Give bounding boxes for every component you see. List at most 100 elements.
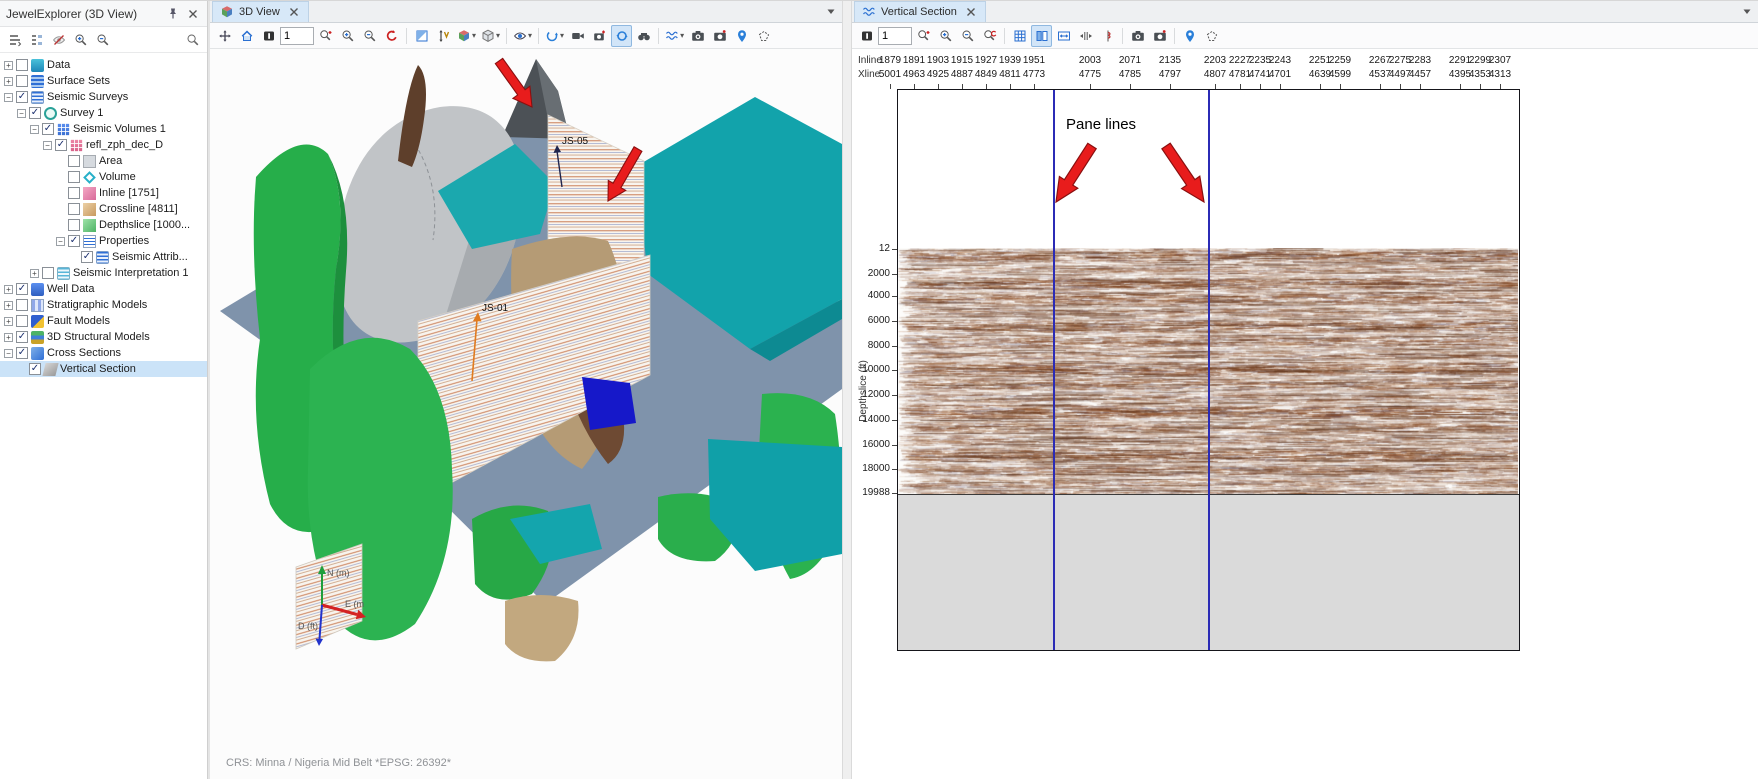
- tabs-dropdown-icon[interactable]: [824, 4, 838, 18]
- tree-item-crossline-4811[interactable]: Crossline [4811]: [0, 201, 207, 217]
- checkbox[interactable]: ✓: [16, 347, 28, 359]
- zoom-in-plus-icon[interactable]: [913, 25, 934, 47]
- expand-icon[interactable]: +: [4, 333, 13, 342]
- tree-item-area[interactable]: Area: [0, 153, 207, 169]
- hide-eye-icon[interactable]: [48, 29, 69, 51]
- tree-item-seismic-surveys[interactable]: −✓Seismic Surveys: [0, 89, 207, 105]
- zoom-in-plus-icon[interactable]: [315, 25, 336, 47]
- tree-item-seismic-volumes-1[interactable]: −✓Seismic Volumes 1: [0, 121, 207, 137]
- zoom-reset-icon[interactable]: [979, 25, 1000, 47]
- vertical-exaggeration-icon[interactable]: [433, 25, 454, 47]
- checkbox[interactable]: ✓: [42, 123, 54, 135]
- tree-item-stratigraphic-models[interactable]: +Stratigraphic Models: [0, 297, 207, 313]
- collapse-icon[interactable]: −: [30, 125, 39, 134]
- pane-line[interactable]: [1208, 90, 1210, 650]
- seismic-waves-icon[interactable]: ▾: [663, 25, 686, 47]
- tree-item-data[interactable]: +Data: [0, 57, 207, 73]
- step-input[interactable]: [878, 27, 912, 45]
- tree-item-surface-sets[interactable]: +Surface Sets: [0, 73, 207, 89]
- checkbox[interactable]: [16, 75, 28, 87]
- pan-icon[interactable]: [214, 25, 235, 47]
- snapshot-icon[interactable]: [1127, 25, 1148, 47]
- checkbox[interactable]: ✓: [16, 283, 28, 295]
- checkbox[interactable]: [16, 59, 28, 71]
- visibility-eye-icon[interactable]: ▾: [511, 25, 534, 47]
- zoom-in-icon[interactable]: [337, 25, 358, 47]
- collapse-icon[interactable]: −: [4, 93, 13, 102]
- home-icon[interactable]: [236, 25, 257, 47]
- orbit-icon[interactable]: ▾: [543, 25, 566, 47]
- one-to-one-icon[interactable]: [1075, 25, 1096, 47]
- video-camera-icon[interactable]: [567, 25, 588, 47]
- expand-icon[interactable]: +: [4, 317, 13, 326]
- checkbox[interactable]: ✓: [16, 91, 28, 103]
- 3d-viewport[interactable]: JS-05 JS-01 N (m: [210, 49, 842, 779]
- rotate-ccw-icon[interactable]: [381, 25, 402, 47]
- collapse-icon[interactable]: −: [56, 237, 65, 246]
- grid-icon[interactable]: [1009, 25, 1030, 47]
- checkbox[interactable]: ✓: [29, 107, 41, 119]
- frame-icon[interactable]: [856, 25, 877, 47]
- tree-item-refl-zph-dec-d[interactable]: −✓refl_zph_dec_D: [0, 137, 207, 153]
- tab-vertical-section[interactable]: Vertical Section: [854, 1, 986, 22]
- close-tab-icon[interactable]: [287, 5, 301, 19]
- collapse-icon[interactable]: −: [4, 349, 13, 358]
- collapse-icon[interactable]: −: [17, 109, 26, 118]
- binoculars-icon[interactable]: [633, 25, 654, 47]
- zoom-in-icon[interactable]: [70, 29, 91, 51]
- close-explorer-button[interactable]: [185, 6, 201, 22]
- location-pin-icon[interactable]: [1179, 25, 1200, 47]
- snapshot-icon[interactable]: [687, 25, 708, 47]
- checkbox[interactable]: [16, 299, 28, 311]
- tree-item-well-data[interactable]: +✓Well Data: [0, 281, 207, 297]
- zoom-out-icon[interactable]: [92, 29, 113, 51]
- tree-item-properties[interactable]: −✓Properties: [0, 233, 207, 249]
- checkbox[interactable]: [68, 155, 80, 167]
- checkbox[interactable]: [42, 267, 54, 279]
- expand-icon[interactable]: +: [4, 301, 13, 310]
- frame-icon[interactable]: [258, 25, 279, 47]
- collapse-all-icon[interactable]: [4, 29, 25, 51]
- tree-item-depthslice-1000[interactable]: Depthslice [1000...: [0, 217, 207, 233]
- checkbox[interactable]: ✓: [16, 331, 28, 343]
- tree-item-seismic-attrib[interactable]: ✓Seismic Attrib...: [0, 249, 207, 265]
- rotate-view-icon[interactable]: [611, 25, 632, 47]
- step-input[interactable]: [280, 27, 314, 45]
- search-icon[interactable]: [182, 29, 203, 51]
- checkbox[interactable]: [68, 171, 80, 183]
- checkbox[interactable]: [68, 203, 80, 215]
- expand-icon[interactable]: +: [30, 269, 39, 278]
- checkbox[interactable]: ✓: [68, 235, 80, 247]
- tree-item-fault-models[interactable]: +Fault Models: [0, 313, 207, 329]
- display-cube-icon[interactable]: ▾: [455, 25, 478, 47]
- tree-item-seismic-interpretation-1[interactable]: +Seismic Interpretation 1: [0, 265, 207, 281]
- polygon-select-icon[interactable]: [753, 25, 774, 47]
- checkbox[interactable]: ✓: [29, 363, 41, 375]
- flip-vertical-icon[interactable]: [1031, 25, 1052, 47]
- fill-view-icon[interactable]: [411, 25, 432, 47]
- capture-icon[interactable]: [709, 25, 730, 47]
- zoom-out-icon[interactable]: [359, 25, 380, 47]
- expand-icon[interactable]: +: [4, 285, 13, 294]
- capture-icon[interactable]: [1149, 25, 1170, 47]
- tree-item-survey-1[interactable]: −✓Survey 1: [0, 105, 207, 121]
- tree-item-cross-sections[interactable]: −✓Cross Sections: [0, 345, 207, 361]
- seismic-plot[interactable]: Pane lines: [897, 89, 1520, 651]
- checkbox[interactable]: [68, 219, 80, 231]
- pin-icon[interactable]: [165, 6, 181, 22]
- close-tab-icon[interactable]: [964, 5, 978, 19]
- checkbox[interactable]: ✓: [81, 251, 93, 263]
- checkbox[interactable]: ✓: [55, 139, 67, 151]
- tree-item-inline-1751[interactable]: Inline [1751]: [0, 185, 207, 201]
- expand-icon[interactable]: +: [4, 61, 13, 70]
- collapse-icon[interactable]: −: [43, 141, 52, 150]
- checkbox[interactable]: [68, 187, 80, 199]
- fit-width-icon[interactable]: [1053, 25, 1074, 47]
- zoom-in-icon[interactable]: [935, 25, 956, 47]
- polygon-select-icon[interactable]: [1201, 25, 1222, 47]
- tabs-dropdown-icon[interactable]: [1740, 4, 1754, 18]
- location-pin-icon[interactable]: [731, 25, 752, 47]
- pane-line[interactable]: [1053, 90, 1055, 650]
- zoom-out-icon[interactable]: [957, 25, 978, 47]
- tree-item-vertical-section[interactable]: ✓Vertical Section: [0, 361, 207, 377]
